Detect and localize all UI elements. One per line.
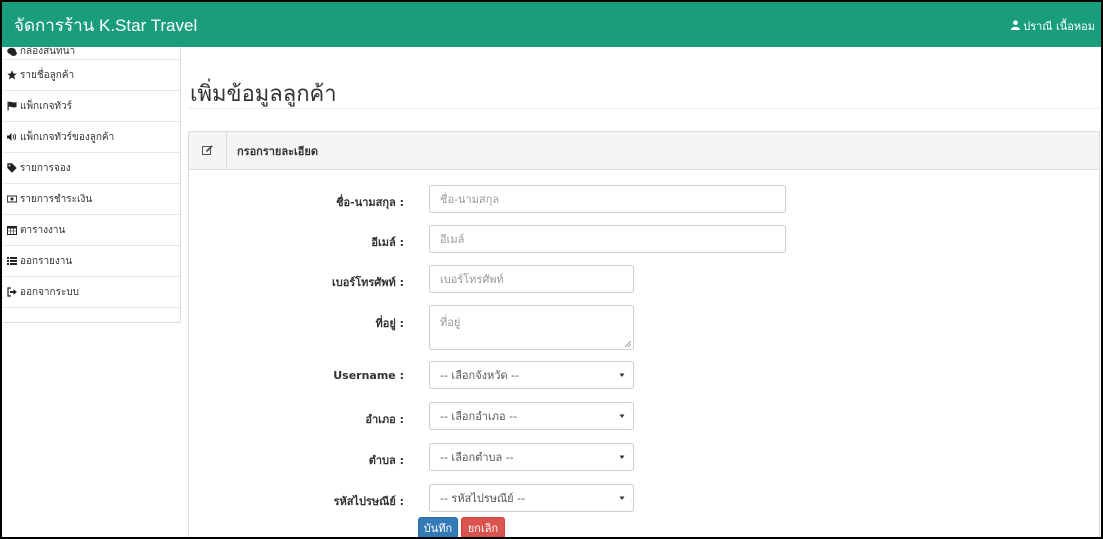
username-select[interactable]: -- เลือกจังหวัด -- (429, 361, 634, 389)
district-label: อำเภอ : (365, 413, 404, 426)
sidebar-item-label: กล่องสนทนา (20, 46, 76, 57)
customer-form-panel: กรอกรายละเอียด ชื่อ-นามสกุล : ชื่อ-นามสก… (188, 131, 1100, 537)
panel-heading-text: กรอกรายละเอียด (237, 144, 318, 158)
edit-icon (189, 131, 227, 170)
page-title: เพิ่มข้อมูลลูกค้า (190, 82, 337, 107)
resize-handle-icon[interactable] (625, 341, 631, 347)
phone-placeholder: เบอร์โทรศัพท์ (440, 273, 504, 286)
name-field[interactable]: ชื่อ-นามสกุล (429, 185, 786, 213)
sidebar-item-label: แพ็กเกจทัวร์ของลูกค้า (20, 131, 115, 143)
sidebar-item-chat[interactable]: กล่องสนทนา (2, 47, 180, 60)
postcode-select[interactable]: -- รหัสไปรษณีย์ -- (429, 484, 634, 512)
tag-icon (6, 163, 18, 173)
name-placeholder: ชื่อ-นามสกุล (440, 193, 500, 206)
address-label: ที่อยู่ : (375, 317, 404, 330)
email-label: อีเมล์ : (371, 236, 404, 249)
sidebar-item-label: ออกรายงาน (20, 255, 73, 267)
username-selected: -- เลือกจังหวัด -- (440, 369, 520, 382)
sidebar-item-customers[interactable]: รายชื่อลูกค้า (2, 60, 180, 91)
caret-down-icon (619, 496, 625, 500)
email-placeholder: อีเมล์ (440, 233, 465, 246)
phone-field[interactable]: เบอร์โทรศัพท์ (429, 265, 634, 293)
caret-down-icon (619, 455, 625, 459)
volume-icon (6, 132, 18, 142)
user-menu[interactable]: ปราณี เนื้อหอม (1011, 17, 1095, 35)
user-icon (1011, 19, 1021, 33)
sidebar-item-payments[interactable]: รายการชำระเงิน (2, 184, 180, 215)
money-icon (6, 194, 18, 204)
sidebar-item-label: รายการชำระเงิน (20, 193, 93, 205)
sidebar-item-tour-packages[interactable]: แพ็กเกจทัวร์ (2, 91, 180, 122)
postcode-label: รหัสไปรษณีย์ : (333, 495, 404, 508)
name-label: ชื่อ-นามสกุล : (336, 196, 404, 209)
user-name: ปราณี เนื้อหอม (1023, 20, 1095, 33)
phone-label: เบอร์โทรศัพท์ : (331, 276, 404, 289)
sign-out-icon (6, 287, 18, 297)
save-button[interactable]: บันทึก (418, 517, 458, 537)
sidebar: กล่องสนทนา รายชื่อลูกค้า แพ็กเกจทัวร์ แพ… (2, 47, 181, 323)
subdistrict-select[interactable]: -- เลือกตำบล -- (429, 443, 634, 471)
star-icon (6, 70, 18, 80)
sidebar-item-label: ตารางงาน (20, 224, 66, 236)
sidebar-item-label: รายการจอง (20, 162, 71, 174)
district-select[interactable]: -- เลือกอำเภอ -- (429, 402, 634, 430)
app-window: จัดการร้าน K.Star Travel ปราณี เนื้อหอม … (0, 0, 1103, 539)
address-placeholder: ที่อยู่ (440, 316, 461, 329)
sidebar-item-logout[interactable]: ออกจากระบบ (2, 277, 180, 308)
comments-icon (6, 47, 18, 57)
panel-heading: กรอกรายละเอียด (189, 131, 1099, 170)
sidebar-item-schedule[interactable]: ตารางงาน (2, 215, 180, 246)
sidebar-item-bookings[interactable]: รายการจอง (2, 153, 180, 184)
sidebar-item-reports[interactable]: ออกรายงาน (2, 246, 180, 277)
postcode-selected: -- รหัสไปรษณีย์ -- (440, 492, 526, 505)
sidebar-item-customer-packages[interactable]: แพ็กเกจทัวร์ของลูกค้า (2, 122, 180, 153)
sidebar-item-label: รายชื่อลูกค้า (20, 69, 75, 81)
top-navbar: จัดการร้าน K.Star Travel ปราณี เนื้อหอม (2, 2, 1101, 47)
list-icon (6, 256, 18, 266)
email-field[interactable]: อีเมล์ (429, 225, 786, 253)
caret-down-icon (619, 414, 625, 418)
address-textarea[interactable]: ที่อยู่ (429, 305, 634, 350)
brand-title[interactable]: จัดการร้าน K.Star Travel (14, 12, 197, 39)
subdistrict-label: ตำบล : (368, 454, 404, 467)
caret-down-icon (619, 373, 625, 377)
sidebar-item-label: ออกจากระบบ (20, 286, 80, 298)
cancel-button[interactable]: ยกเลิก (461, 517, 505, 537)
username-label: Username : (333, 369, 404, 382)
subdistrict-selected: -- เลือกตำบล -- (440, 451, 514, 464)
sidebar-item-label: แพ็กเกจทัวร์ (20, 100, 73, 112)
calendar-icon (6, 225, 18, 235)
title-divider (188, 108, 1100, 109)
district-selected: -- เลือกอำเภอ -- (440, 410, 518, 423)
flag-icon (6, 101, 18, 111)
